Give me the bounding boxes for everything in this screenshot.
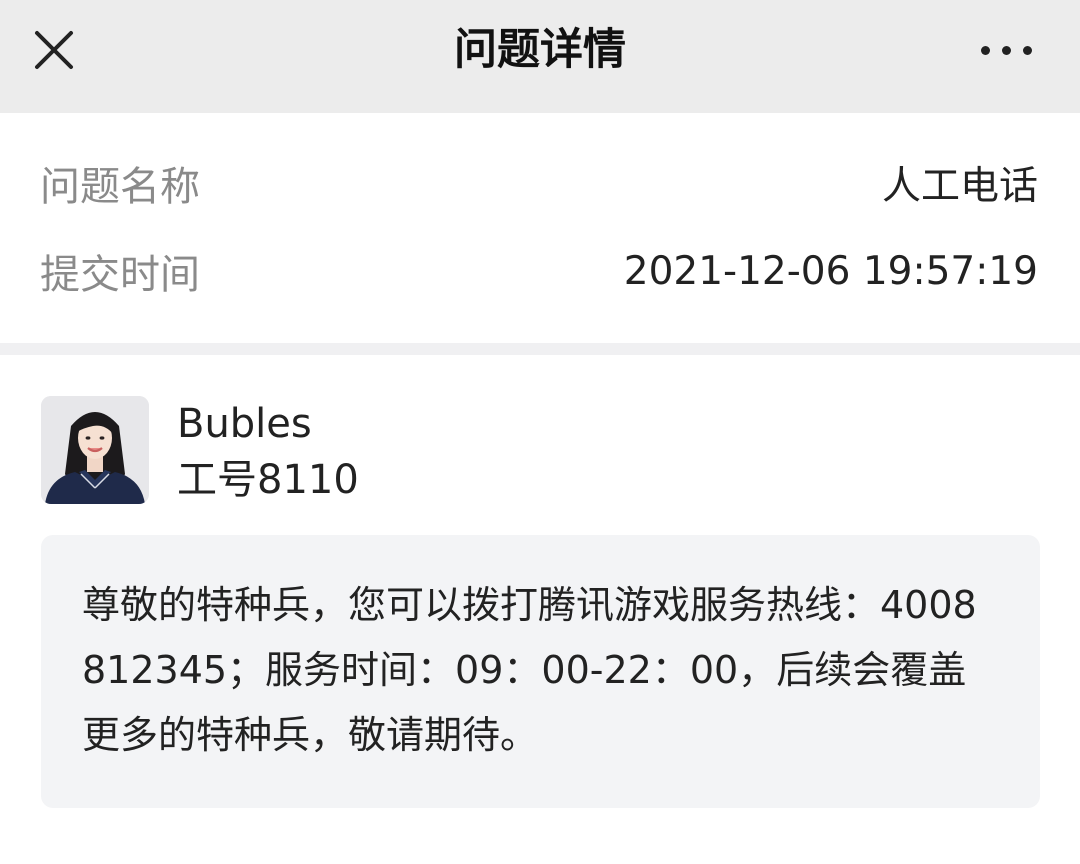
issue-name-row: 问题名称 人工电话 — [40, 153, 1038, 213]
issue-info-section: 问题名称 人工电话 提交时间 2021-12-06 19:57:19 — [0, 113, 1080, 343]
issue-name-value: 人工电话 — [881, 164, 1038, 209]
issue-name-label: 问题名称 — [40, 164, 200, 210]
agent-reply-section: Bubles 工号8110 尊敬的特种兵，您可以拨打腾讯游戏服务热线：40088… — [0, 355, 1080, 864]
more-horizontal-icon — [980, 45, 990, 55]
page-title: 问题详情 — [454, 25, 626, 75]
more-horizontal-icon — [1001, 45, 1011, 55]
agent-name: Bubles — [177, 401, 312, 447]
submit-time-label: 提交时间 — [40, 252, 200, 298]
page: 问题详情 问题名称 人工电话 提交时间 2021-12-06 19:57:19 — [0, 0, 1080, 864]
agent-id: 工号8110 — [177, 457, 359, 503]
avatar — [41, 396, 149, 504]
more-horizontal-icon — [1022, 45, 1032, 55]
submit-time-row: 提交时间 2021-12-06 19:57:19 — [40, 241, 1038, 301]
submit-time-value: 2021-12-06 19:57:19 — [623, 248, 1038, 294]
top-bar: 问题详情 — [0, 0, 1080, 113]
more-button[interactable] — [972, 22, 1040, 78]
message-text: 尊敬的特种兵，您可以拨打腾讯游戏服务热线：4008812345；服务时间：09：… — [82, 583, 977, 757]
section-divider — [0, 343, 1080, 355]
message-bubble: 尊敬的特种兵，您可以拨打腾讯游戏服务热线：4008812345；服务时间：09：… — [41, 535, 1040, 808]
